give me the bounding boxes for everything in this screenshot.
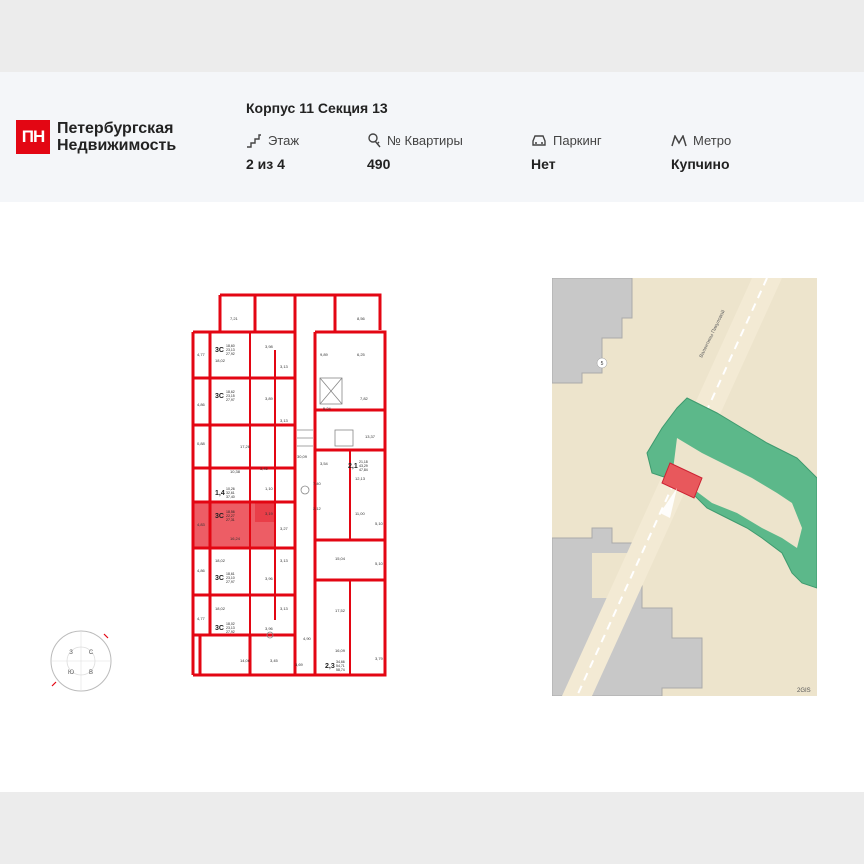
room-area-label: 4,90 (303, 636, 312, 641)
apartment-area-value: 27,97 (226, 398, 235, 402)
room-area-label: 11,00 (355, 511, 365, 516)
floor-info: Этаж 2 из 4 (246, 133, 299, 172)
room-area-label: 18,02 (215, 358, 226, 363)
apartment-type-label: 2,3 (325, 663, 335, 670)
apartment-value: 490 (367, 156, 391, 172)
room-area-label: 8,56 (357, 316, 366, 321)
compass: С В Ю З (50, 630, 112, 692)
room-area-label: 16,09 (335, 648, 346, 653)
parking-value: Нет (531, 156, 556, 172)
bottom-band (0, 792, 864, 864)
room-area-label: 30,09 (297, 454, 308, 459)
room-area-label: 5,10 (375, 561, 384, 566)
compass-n: С (89, 650, 94, 656)
room-area-label: 4,77 (197, 616, 206, 621)
top-band (0, 0, 864, 72)
room-area-label: 4,83 (197, 522, 206, 527)
room-area-label: 16,24 (230, 536, 241, 541)
apartment-area-value: 58,74 (336, 668, 345, 672)
apartment-label: № Квартиры (387, 133, 463, 148)
parking-label: Паркинг (553, 133, 602, 148)
room-area-label: 17,52 (335, 608, 346, 613)
floor-label: Этаж (268, 133, 300, 148)
room-area-label: 7,82 (360, 396, 369, 401)
room-area-label: 3,98 (265, 344, 274, 349)
compass-w: З (69, 650, 73, 656)
room-area-label: 17,26 (240, 444, 251, 449)
room-area-label: 3,13 (280, 606, 289, 611)
room-area-label: 3,89 (265, 396, 274, 401)
parking-info: Паркинг Нет (531, 133, 602, 172)
apartment-area-value: 27,97 (226, 580, 235, 584)
apartment-area-value: 27,92 (226, 352, 235, 356)
map-attribution: 2GIS (797, 688, 811, 694)
car-icon (532, 135, 546, 146)
room-area-label: 9,89 (320, 352, 329, 357)
map-canvas: 5 Валентины Пикуловой 2GIS (552, 278, 817, 696)
room-area-label: 3,27 (280, 526, 289, 531)
room-area-label: 1,10 (265, 486, 274, 491)
room-area-label: 18,02 (215, 558, 226, 563)
stairs-icon (247, 133, 261, 148)
apartment-area-value: 37,40 (226, 495, 235, 499)
room-area-label: 3,13 (280, 418, 289, 423)
room-area-label: 3,54 (320, 461, 329, 466)
room-area-label: 18,02 (215, 606, 226, 611)
room-area-label: 2,12 (313, 506, 322, 511)
floor-value: 2 из 4 (246, 156, 285, 172)
logo-text: Петербургская Недвижимость (57, 120, 176, 154)
room-area-label: 5,10 (375, 521, 384, 526)
room-area-label: 7,21 (230, 316, 239, 321)
room-area-label: 6,25 (357, 352, 366, 357)
apartment-type-label: 3С (215, 513, 224, 520)
compass-e: В (89, 670, 93, 676)
room-area-label: 7,40 (313, 481, 322, 486)
metro-value: Купчино (671, 156, 730, 172)
metro-label: Метро (693, 133, 732, 148)
apartment-area-value: 27,31 (226, 518, 235, 522)
apartment-area-value: 47,84 (359, 468, 368, 472)
room-area-label: 3,45 (270, 658, 279, 663)
metro-icon (671, 134, 687, 146)
room-area-label: 4,77 (197, 352, 206, 357)
apartment-type-label: 3С (215, 393, 224, 400)
apartment-type-label: 3С (215, 575, 224, 582)
logo-line-1: Петербургская (57, 120, 174, 137)
room-area-label: 3,69 (295, 662, 304, 667)
room-area-label: 3,96 (265, 626, 274, 631)
room-area-label: 3,79 (375, 656, 384, 661)
location-map[interactable]: 5 Валентины Пикуловой 2GIS (552, 278, 817, 696)
logo-line-2: Недвижимость (57, 137, 177, 154)
apartment-type-label: 3С (215, 347, 224, 354)
key-icon (368, 133, 381, 148)
room-area-label: 13,37 (365, 434, 376, 439)
room-area-label: 0,88 (197, 441, 206, 446)
floor-plan[interactable]: 7,21 8,56 4,77 3,98 18,02 9,89 6,25 3,13 4,86 3,8… (185, 290, 400, 685)
logo-mark: ПН (16, 120, 50, 154)
building-number: 5 (601, 361, 604, 367)
compass-s: Ю (68, 670, 74, 676)
metro-info: Метро Купчино (671, 133, 731, 172)
room-area-label: 5,24 (323, 406, 332, 411)
room-area-label: 3,96 (265, 576, 274, 581)
apartment-info: № Квартиры 490 (367, 133, 463, 172)
room-area-label: 12,13 (355, 476, 366, 481)
apartment-area-value: 27,92 (226, 630, 235, 634)
room-area-label: 4,86 (197, 568, 206, 573)
apartment-type-label: 2,1 (348, 463, 358, 470)
room-area-label: 3,45 (260, 466, 269, 471)
brand-logo: ПН Петербургская Недвижимость (16, 120, 176, 154)
room-area-label: 3,13 (280, 364, 289, 369)
apartment-type-label: 3С (215, 625, 224, 632)
room-area-label: 15,04 (335, 556, 346, 561)
room-area-label: 10,38 (230, 469, 241, 474)
room-area-label: 3,13 (280, 558, 289, 563)
room-area-label: 4,86 (197, 402, 206, 407)
room-area-label: 3,19 (265, 511, 274, 516)
building-title: Корпус 11 Секция 13 (246, 100, 388, 116)
apartment-type-label: 1,4 (215, 490, 225, 497)
room-area-label: 14,06 (240, 658, 251, 663)
